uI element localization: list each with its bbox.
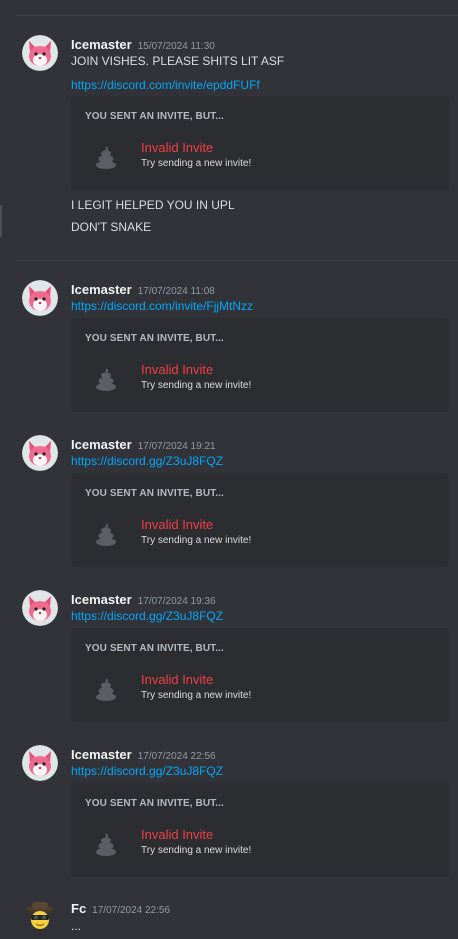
- avatar[interactable]: [22, 435, 58, 471]
- embed-heading: YOU SENT AN INVITE, BUT...: [85, 111, 224, 122]
- divider: [16, 260, 458, 261]
- invite-link[interactable]: https://discord.com/invite/FjjMtNzz: [71, 299, 253, 313]
- pink-cat-avatar-icon: [22, 590, 58, 626]
- embed-subtitle: Try sending a new invite!: [141, 535, 252, 546]
- invite-embed: YOU SENT AN INVITE, BUT... Invalid Invit…: [71, 473, 449, 567]
- yellow-hat-character-avatar-icon: [22, 899, 58, 935]
- embed-heading: YOU SENT AN INVITE, BUT...: [85, 333, 224, 344]
- message-text: ...: [71, 919, 82, 933]
- poop-icon: [93, 366, 119, 392]
- avatar[interactable]: [22, 280, 58, 316]
- pink-cat-avatar-icon: [22, 745, 58, 781]
- author-name[interactable]: Icemaster: [71, 592, 132, 607]
- embed-title: Invalid Invite: [141, 672, 214, 687]
- poop-icon: [93, 144, 119, 170]
- poop-icon: [93, 831, 119, 857]
- timestamp: 17/07/2024 22:56: [92, 905, 171, 916]
- timestamp: 17/07/2024 19:36: [137, 596, 216, 607]
- poop-icon: [93, 676, 119, 702]
- author-name[interactable]: Icemaster: [71, 747, 132, 762]
- pink-cat-avatar-icon: [22, 280, 58, 316]
- pink-cat-avatar-icon: [22, 35, 58, 71]
- embed-heading: YOU SENT AN INVITE, BUT...: [85, 643, 224, 654]
- embed-title: Invalid Invite: [141, 517, 214, 532]
- embed-heading: YOU SENT AN INVITE, BUT...: [85, 798, 224, 809]
- embed-title: Invalid Invite: [141, 827, 214, 842]
- timestamp: 15/07/2024 11:30: [137, 41, 215, 52]
- invite-embed: YOU SENT AN INVITE, BUT... Invalid Invit…: [71, 783, 449, 877]
- pink-cat-avatar-icon: [22, 435, 58, 471]
- message-text: JOIN VISHES. PLEASE SHITS LIT ASF: [71, 54, 285, 68]
- chat-messages: Icemaster 15/07/2024 11:30 JOIN VISHES. P…: [0, 0, 458, 939]
- invite-link[interactable]: https://discord.gg/Z3uJ8FQZ: [71, 764, 223, 778]
- embed-subtitle: Try sending a new invite!: [141, 690, 252, 701]
- invite-link[interactable]: https://discord.gg/Z3uJ8FQZ: [71, 454, 223, 468]
- timestamp: 17/07/2024 19:21: [137, 441, 216, 452]
- author-name[interactable]: Icemaster: [71, 282, 132, 297]
- message-text: DON'T SNAKE: [71, 220, 152, 234]
- invite-embed: YOU SENT AN INVITE, BUT... Invalid Invit…: [71, 628, 449, 722]
- invite-embed: YOU SENT AN INVITE, BUT... Invalid Invit…: [71, 96, 449, 190]
- timestamp: 17/07/2024 22:56: [137, 751, 216, 762]
- embed-title: Invalid Invite: [141, 362, 214, 377]
- author-name[interactable]: Fc: [71, 901, 86, 916]
- avatar[interactable]: [22, 590, 58, 626]
- author-name[interactable]: Icemaster: [71, 437, 132, 452]
- invite-link[interactable]: https://discord.com/invite/epddFUFf: [71, 78, 260, 92]
- embed-heading: YOU SENT AN INVITE, BUT...: [85, 488, 224, 499]
- avatar[interactable]: [22, 745, 58, 781]
- message-text: I LEGIT HELPED YOU IN UPL: [71, 198, 235, 212]
- invite-embed: YOU SENT AN INVITE, BUT... Invalid Invit…: [71, 318, 449, 412]
- invite-link[interactable]: https://discord.gg/Z3uJ8FQZ: [71, 609, 223, 623]
- embed-subtitle: Try sending a new invite!: [141, 380, 252, 391]
- author-name[interactable]: Icemaster: [71, 37, 132, 52]
- embed-title: Invalid Invite: [141, 140, 214, 155]
- embed-subtitle: Try sending a new invite!: [141, 158, 252, 169]
- avatar[interactable]: [22, 899, 58, 935]
- embed-subtitle: Try sending a new invite!: [141, 845, 252, 856]
- avatar[interactable]: [22, 35, 58, 71]
- timestamp: 17/07/2024 11:08: [137, 286, 215, 297]
- scroll-edge[interactable]: [0, 205, 2, 237]
- divider: [16, 15, 458, 16]
- poop-icon: [93, 521, 119, 547]
